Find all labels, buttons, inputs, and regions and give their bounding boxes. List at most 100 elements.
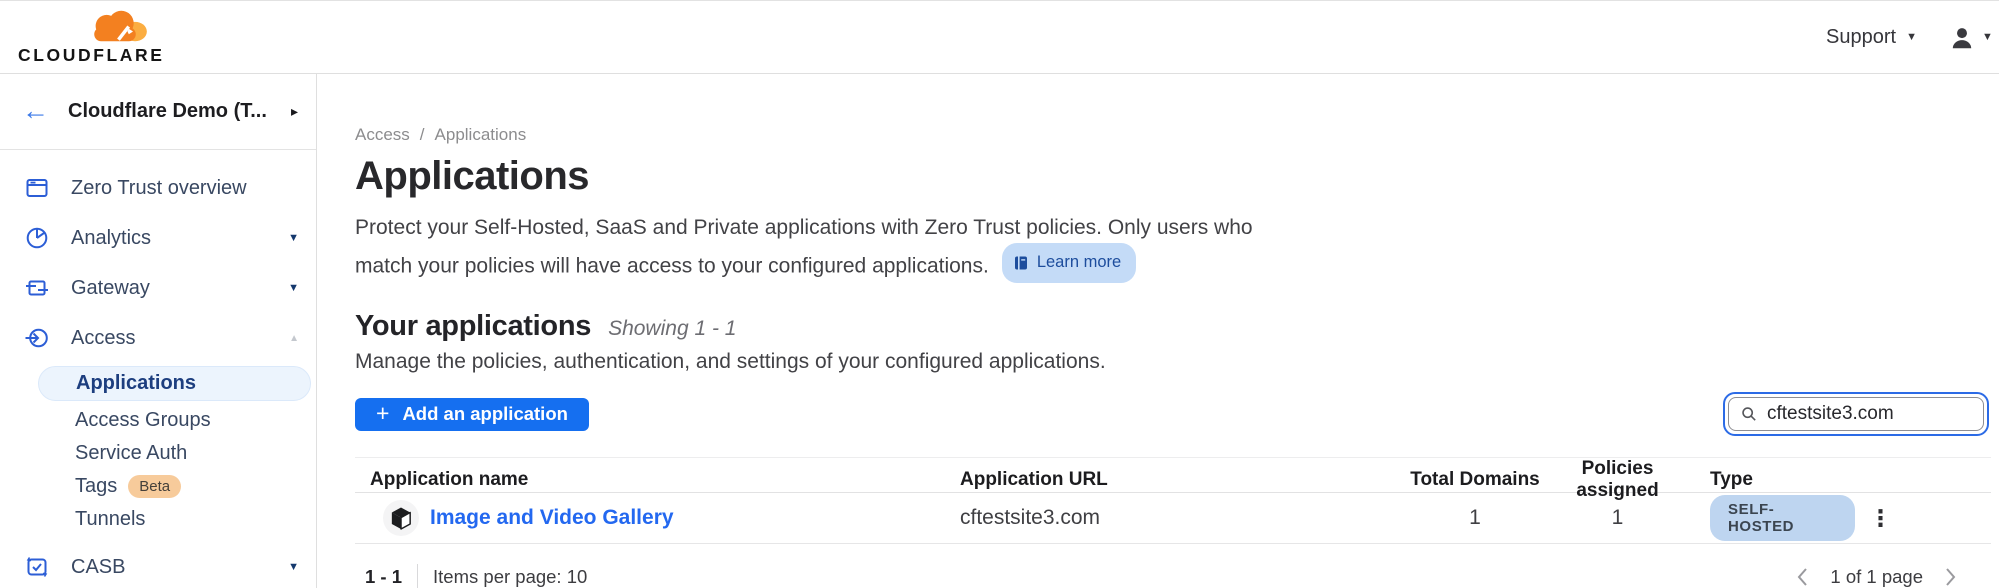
type-badge: SELF-HOSTED (1710, 495, 1855, 541)
results-range: 1 - 1 (365, 566, 402, 588)
sidebar-item-analytics[interactable]: Analytics ▼ (0, 213, 316, 263)
breadcrumb: Access / Applications (355, 125, 1991, 145)
cloudflare-wordmark: CLOUDFLARE (18, 45, 152, 66)
pagination-right: 1 of 1 page (1796, 566, 1957, 588)
sidebar-item-gateway[interactable]: Gateway ▼ (0, 263, 316, 313)
sidebar-item-label: Tags (75, 475, 117, 498)
sidebar-item-tags[interactable]: Tags Beta (0, 470, 316, 503)
add-application-label: Add an application (402, 403, 567, 425)
list-controls: + Add an application (355, 392, 1991, 436)
sidebar: ← Cloudflare Demo (T... ▸ Zero Trust ove… (0, 74, 317, 588)
page-indicator: 1 of 1 page (1830, 566, 1923, 588)
chevron-down-icon: ▼ (288, 282, 299, 294)
casb-check-icon (25, 555, 49, 579)
pagination-left: 1 - 1 Items per page: 10 (365, 564, 587, 588)
chevron-down-icon: ▼ (1906, 32, 1917, 43)
pie-chart-icon (25, 226, 49, 250)
main-content: Access / Applications Applications Prote… (318, 74, 1999, 588)
user-icon (1949, 25, 1975, 51)
account-switcher[interactable]: ← Cloudflare Demo (T... ▸ (0, 74, 316, 150)
sidebar-item-casb[interactable]: CASB ▼ (0, 542, 316, 588)
section-title: Your applications (355, 310, 591, 343)
sidebar-item-access[interactable]: Access ▲ (0, 313, 316, 363)
application-avatar (383, 500, 419, 536)
pagination-bar: 1 - 1 Items per page: 10 1 of 1 page (355, 544, 1991, 588)
sidebar-item-label: Zero Trust overview (71, 177, 247, 200)
add-application-button[interactable]: + Add an application (355, 398, 589, 431)
learn-more-chip[interactable]: Learn more (1002, 243, 1136, 283)
search-focus-ring (1723, 392, 1989, 436)
gateway-icon (25, 276, 49, 300)
chevron-right-icon (1944, 566, 1957, 588)
support-menu[interactable]: Support ▼ (1826, 1, 1917, 74)
chevron-down-icon: ▼ (1982, 32, 1993, 43)
next-page-button[interactable] (1944, 566, 1957, 588)
breadcrumb-applications: Applications (435, 125, 527, 145)
previous-page-button[interactable] (1796, 566, 1809, 588)
section-subtitle: Manage the policies, authentication, and… (355, 350, 1991, 374)
row-actions-kebab-icon[interactable]: ⋮ (1855, 507, 1991, 530)
search-box (1728, 397, 1984, 431)
cloudflare-logo[interactable]: CLOUDFLARE (18, 8, 152, 66)
chevron-down-icon: ▼ (288, 232, 299, 244)
showing-count: Showing 1 - 1 (608, 317, 736, 341)
description-line1: Protect your Self-Hosted, SaaS and Priva… (355, 212, 1991, 243)
sidebar-item-label: Analytics (71, 227, 151, 250)
pagination-divider (417, 564, 418, 588)
description-line2: match your policies will have access to … (355, 255, 989, 278)
login-arrow-icon (25, 326, 49, 350)
beta-badge: Beta (128, 475, 181, 498)
application-name-cell: Image and Video Gallery (355, 500, 960, 536)
zero-trust-dashboard: CLOUDFLARE Support ▼ ▼ ← Cloudflare Demo… (0, 0, 1999, 588)
sidebar-item-applications[interactable]: Applications (38, 366, 311, 401)
column-total-domains: Total Domains (1400, 469, 1550, 491)
column-application-name: Application name (355, 469, 960, 491)
page-description: Protect your Self-Hosted, SaaS and Priva… (355, 212, 1991, 283)
sidebar-item-access-groups[interactable]: Access Groups (0, 404, 316, 437)
search-input[interactable] (1767, 403, 1971, 425)
table-row: Image and Video Gallery cftestsite3.com … (355, 493, 1991, 544)
top-bar: CLOUDFLARE Support ▼ ▼ (0, 1, 1999, 74)
section-header: Your applications Showing 1 - 1 (355, 310, 1991, 343)
application-link[interactable]: Image and Video Gallery (430, 506, 674, 530)
user-menu[interactable]: ▼ (1949, 1, 1993, 74)
sidebar-nav: Zero Trust overview Analytics ▼ (0, 150, 316, 588)
sidebar-item-label: Tunnels (75, 508, 145, 531)
sidebar-item-tunnels[interactable]: Tunnels (0, 503, 316, 536)
plus-icon: + (376, 402, 389, 425)
sidebar-item-label: Access Groups (75, 409, 211, 432)
expand-right-icon: ▸ (291, 103, 298, 120)
access-subnav: Applications Access Groups Service Auth … (0, 366, 316, 536)
cube-icon (390, 506, 412, 531)
browser-window-icon (25, 176, 49, 200)
total-domains-cell: 1 (1400, 506, 1550, 530)
column-policies-assigned: Policies assigned (1550, 458, 1685, 502)
policies-assigned-cell: 1 (1550, 506, 1685, 530)
sidebar-item-zero-trust-overview[interactable]: Zero Trust overview (0, 163, 316, 213)
sidebar-item-label: Access (71, 327, 135, 350)
table-header-row: Application name Application URL Total D… (355, 457, 1991, 493)
sidebar-item-label: Gateway (71, 277, 150, 300)
support-label: Support (1826, 26, 1896, 49)
breadcrumb-separator: / (420, 125, 425, 145)
breadcrumb-access[interactable]: Access (355, 125, 410, 145)
application-url-cell: cftestsite3.com (960, 506, 1400, 530)
applications-table: Application name Application URL Total D… (355, 457, 1991, 544)
column-type: Type (1685, 469, 1855, 491)
chevron-up-icon: ▲ (289, 333, 299, 344)
items-per-page[interactable]: Items per page: 10 (433, 566, 587, 588)
sidebar-item-service-auth[interactable]: Service Auth (0, 437, 316, 470)
back-arrow-icon[interactable]: ← (22, 97, 49, 124)
search-icon (1741, 405, 1757, 423)
account-name: Cloudflare Demo (T... (68, 100, 267, 123)
sidebar-item-label: CASB (71, 556, 125, 579)
sidebar-item-label: Service Auth (75, 442, 187, 465)
chevron-left-icon (1796, 566, 1809, 588)
type-cell: SELF-HOSTED (1685, 495, 1855, 541)
learn-more-label: Learn more (1037, 247, 1121, 278)
chevron-down-icon: ▼ (288, 561, 299, 573)
column-application-url: Application URL (960, 469, 1400, 491)
page-title: Applications (355, 154, 1991, 199)
sidebar-item-label: Applications (76, 372, 196, 395)
cloudflare-cloud-icon (80, 8, 150, 44)
